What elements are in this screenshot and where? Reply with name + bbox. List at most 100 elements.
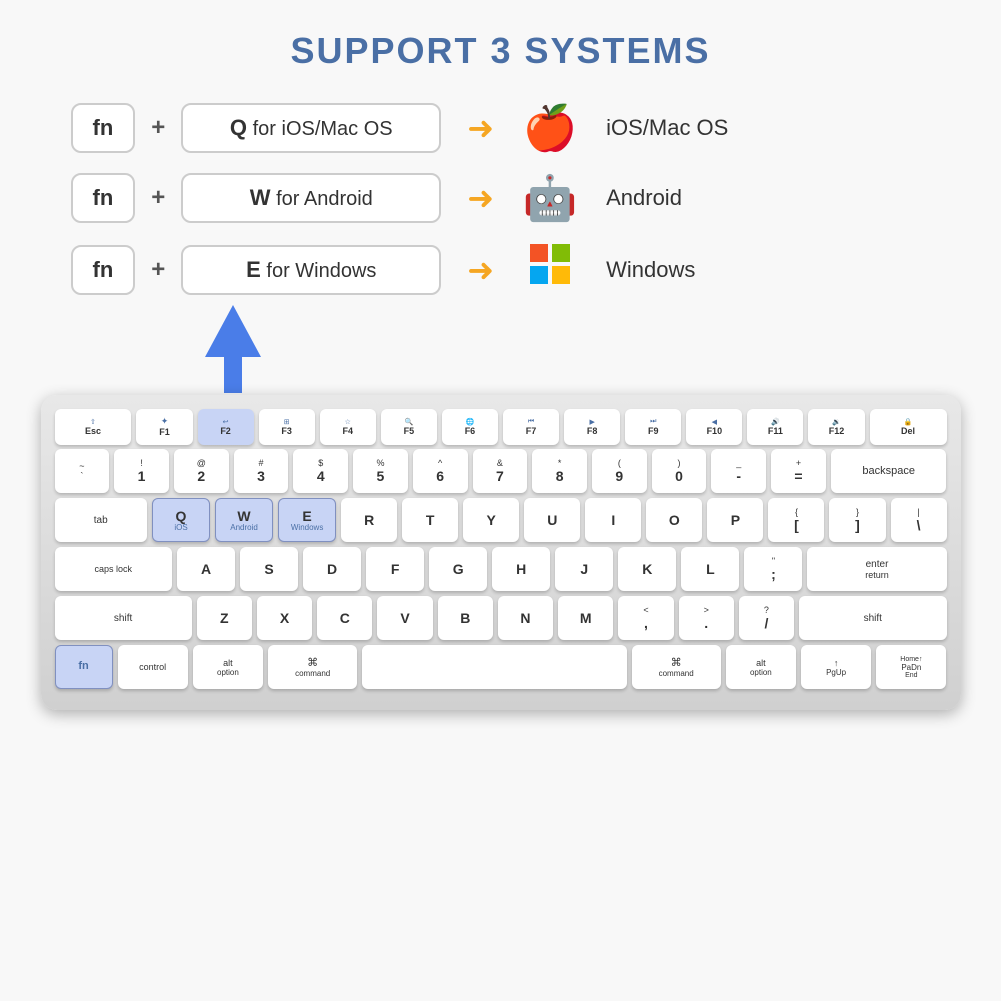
key-fn[interactable]: fn document.currentScript.previousElemen… (55, 645, 113, 689)
shortcut-row-windows: fn + E for Windows ➜ Windows (71, 242, 931, 297)
key-shift-r[interactable]: shift (799, 596, 946, 640)
key-h[interactable]: H (492, 547, 550, 591)
key-t[interactable]: T (402, 498, 458, 542)
windows-icon (520, 242, 580, 297)
key-x[interactable]: X (257, 596, 312, 640)
key-b[interactable]: B (438, 596, 493, 640)
key-semicolon[interactable]: " ; (744, 547, 802, 591)
key-lbracket[interactable]: { [ (768, 498, 824, 542)
plus-windows: + (151, 256, 165, 284)
bottom-row: fn document.currentScript.previousElemen… (55, 645, 947, 689)
option-label-l: option (217, 668, 239, 677)
key-3[interactable]: # 3 (234, 449, 289, 493)
key-command-l[interactable]: ⌘ command (268, 645, 357, 689)
key-e[interactable]: E Windows (278, 498, 336, 542)
key-n[interactable]: N (498, 596, 553, 640)
asdf-row: caps lock A S D F G H J K L " ; enter re… (55, 547, 947, 591)
windows-label: Windows (606, 257, 695, 283)
zxcv-row: shift Z X C V B N M < , > . ? / shift (55, 596, 947, 640)
key-backtick[interactable]: ~ ` (55, 449, 110, 493)
key-d[interactable]: D (303, 547, 361, 591)
key-period[interactable]: > . (679, 596, 734, 640)
key-q[interactable]: Q iOS (152, 498, 210, 542)
key-y[interactable]: Y (463, 498, 519, 542)
key-c[interactable]: C (317, 596, 372, 640)
key-f7[interactable]: ⏮ F7 (503, 409, 559, 445)
key-s[interactable]: S (240, 547, 298, 591)
key-5[interactable]: % 5 (353, 449, 408, 493)
key-f2[interactable]: ↩ F2 (198, 409, 254, 445)
ios-label: iOS/Mac OS (606, 115, 728, 141)
key-0[interactable]: ) 0 (652, 449, 707, 493)
key-pgup[interactable]: ↑ PgUp (801, 645, 871, 689)
key-f1[interactable]: ✦ F1 (136, 409, 192, 445)
key-f10[interactable]: ◀ F10 (686, 409, 742, 445)
combo-key-windows: E for Windows (181, 245, 441, 295)
key-shift-l[interactable]: shift (55, 596, 192, 640)
key-option-r[interactable]: alt option (726, 645, 796, 689)
key-option-l[interactable]: alt option (193, 645, 263, 689)
fn-key-windows: fn (71, 245, 136, 295)
arrow-windows: ➜ (467, 251, 494, 289)
key-u[interactable]: U (524, 498, 580, 542)
fn-key-android: fn (71, 173, 136, 223)
key-j[interactable]: J (555, 547, 613, 591)
arrow-android: ➜ (467, 179, 494, 217)
key-p[interactable]: P (707, 498, 763, 542)
key-8[interactable]: * 8 (532, 449, 587, 493)
key-z[interactable]: Z (197, 596, 252, 640)
key-m[interactable]: M (558, 596, 613, 640)
key-space[interactable] (362, 645, 626, 689)
shortcut-row-ios: fn + Q for iOS/Mac OS ➜ 🍎 iOS/Mac OS (71, 102, 931, 154)
key-del[interactable]: 🔒 Del (870, 409, 947, 445)
key-r[interactable]: R (341, 498, 397, 542)
key-f8[interactable]: ▶ F8 (564, 409, 620, 445)
key-7[interactable]: & 7 (473, 449, 528, 493)
number-row: ~ ` ! 1 @ 2 # 3 $ 4 % 5 (55, 449, 947, 493)
key-f12[interactable]: 🔉 F12 (808, 409, 864, 445)
key-f3[interactable]: ⊞ F3 (259, 409, 315, 445)
key-i[interactable]: I (585, 498, 641, 542)
key-k[interactable]: K (618, 547, 676, 591)
key-1[interactable]: ! 1 (114, 449, 169, 493)
page-title: SUPPORT 3 SYSTEMS (290, 30, 710, 72)
qwerty-row: tab Q iOS W Android E Windows R T Y U I … (55, 498, 947, 542)
key-slash[interactable]: ? / (739, 596, 794, 640)
key-comma[interactable]: < , (618, 596, 673, 640)
key-f4[interactable]: ☆ F4 (320, 409, 376, 445)
key-equals[interactable]: + = (771, 449, 826, 493)
key-rbracket[interactable]: } ] (829, 498, 885, 542)
fn-key-ios: fn (71, 103, 136, 153)
key-home-pgdn[interactable]: Home↑ PaDn End (876, 645, 946, 689)
key-f6[interactable]: 🌐 F6 (442, 409, 498, 445)
option-label-r: option (750, 668, 772, 677)
key-tab[interactable]: tab (55, 498, 147, 542)
key-enter[interactable]: enter return (807, 547, 946, 591)
combo-key-ios: Q for iOS/Mac OS (181, 103, 441, 153)
key-2[interactable]: @ 2 (174, 449, 229, 493)
key-f11[interactable]: 🔊 F11 (747, 409, 803, 445)
key-command-r[interactable]: ⌘ command (632, 645, 721, 689)
key-9[interactable]: ( 9 (592, 449, 647, 493)
key-esc[interactable]: ⇧ Esc (55, 409, 132, 445)
fn-row: ⇧ Esc ✦ F1 ↩ F2 ⊞ F3 ☆ F4 🔍 F5 (55, 409, 947, 445)
shortcut-row-android: fn + W for Android ➜ 🤖 Android (71, 172, 931, 224)
key-caps[interactable]: caps lock (55, 547, 172, 591)
key-4[interactable]: $ 4 (293, 449, 348, 493)
key-6[interactable]: ^ 6 (413, 449, 468, 493)
key-o[interactable]: O (646, 498, 702, 542)
key-backslash[interactable]: | \ (891, 498, 947, 542)
key-v[interactable]: V (377, 596, 432, 640)
key-w[interactable]: W Android (215, 498, 273, 542)
key-backspace[interactable]: backspace (831, 449, 947, 493)
key-l[interactable]: L (681, 547, 739, 591)
key-g[interactable]: G (429, 547, 487, 591)
android-icon: 🤖 (520, 172, 580, 224)
key-f5[interactable]: 🔍 F5 (381, 409, 437, 445)
key-minus[interactable]: _ - (711, 449, 766, 493)
key-a[interactable]: A (177, 547, 235, 591)
key-f[interactable]: F (366, 547, 424, 591)
keyboard: ⇧ Esc ✦ F1 ↩ F2 ⊞ F3 ☆ F4 🔍 F5 (41, 395, 961, 710)
key-f9[interactable]: ⏭ F9 (625, 409, 681, 445)
key-control[interactable]: control (118, 645, 188, 689)
